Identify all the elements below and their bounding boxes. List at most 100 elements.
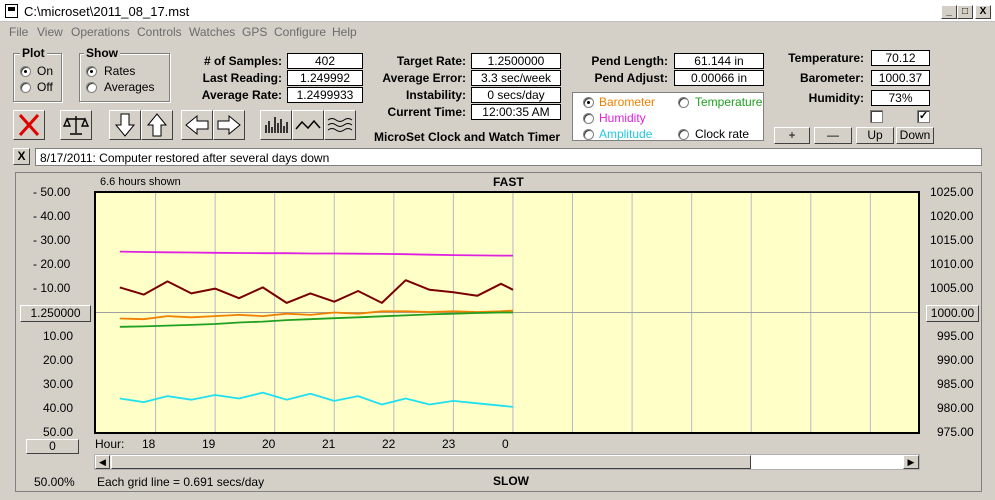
app-icon[interactable]: [5, 4, 18, 18]
show-averages-label: Averages: [104, 80, 155, 94]
left-tick: 10.00: [43, 329, 74, 343]
note-field[interactable]: 8/17/2011: Computer restored after sever…: [35, 148, 982, 166]
right-button[interactable]: [213, 110, 245, 140]
arrow-left-icon: [185, 114, 209, 136]
left-button[interactable]: [181, 110, 213, 140]
show-averages-radio[interactable]: [86, 82, 97, 93]
show-rates-radio[interactable]: [86, 66, 97, 77]
wave-icon: [295, 119, 321, 130]
overlay-amplitude-label: Amplitude: [599, 127, 653, 141]
hour-tick: 22: [382, 437, 396, 451]
right-tick: 980.00: [937, 401, 974, 415]
menu-file[interactable]: File: [9, 25, 28, 39]
scroll-thumb[interactable]: [111, 455, 751, 469]
center-rate-button[interactable]: 1.250000: [20, 305, 91, 322]
left-tick: - 20.00: [33, 257, 71, 271]
red-x-icon: [18, 113, 40, 137]
menu-view[interactable]: View: [37, 25, 63, 39]
plot-area[interactable]: [94, 191, 920, 434]
noise-button[interactable]: [324, 110, 356, 140]
plot-off-radio[interactable]: [20, 82, 31, 93]
overlay-clock-rate-radio[interactable]: [678, 129, 689, 140]
down-button[interactable]: [109, 110, 141, 140]
plot-group-title: Plot: [20, 46, 47, 60]
menu-controls[interactable]: Controls: [137, 25, 182, 39]
plot-off-label: Off: [37, 80, 53, 94]
last-reading-value: 1.249992: [287, 70, 363, 86]
arrow-down-icon: [114, 113, 136, 137]
overlay-temperature-radio[interactable]: [678, 97, 689, 108]
series-line-barometer: [119, 309, 514, 321]
average-error-value: 3.3 sec/week: [471, 70, 561, 86]
overlay-clock-rate-label: Clock rate: [695, 127, 750, 141]
overlay-barometer-radio[interactable]: [583, 97, 594, 108]
scale-minus-button[interactable]: —: [814, 127, 852, 144]
plot-on-label: On: [37, 64, 54, 78]
hour-tick: 20: [262, 437, 276, 451]
sensor-checkbox-1[interactable]: [870, 110, 883, 123]
title-bar: C:\microset\2011_08_17.mst _ □ X: [0, 0, 995, 22]
maximize-button[interactable]: □: [957, 5, 973, 19]
average-error-label: Average Error:: [382, 71, 466, 85]
temperature-value: 70.12: [871, 50, 930, 66]
horizontal-scrollbar[interactable]: ◀ ▶: [94, 454, 920, 470]
scale-up-button[interactable]: Up: [856, 127, 894, 144]
scale-plus-button[interactable]: +: [774, 127, 810, 144]
right-tick: 1025.00: [930, 185, 974, 199]
right-tick: 995.00: [937, 329, 974, 343]
menu-bar: File View Operations Controls Watches GP…: [0, 22, 995, 42]
close-window-button[interactable]: X: [975, 5, 991, 19]
chart-svg: [96, 193, 918, 432]
right-tick: 1020.00: [930, 209, 974, 223]
scale-down-button[interactable]: Down: [896, 127, 934, 144]
overlay-humidity-radio[interactable]: [583, 113, 594, 124]
window-title: C:\microset\2011_08_17.mst: [24, 4, 190, 19]
zoom-level: 50.00%: [34, 475, 75, 489]
clear-button[interactable]: [13, 110, 45, 140]
show-group-title: Show: [84, 46, 120, 60]
barometer-label: Barometer:: [799, 71, 864, 85]
up-button[interactable]: [141, 110, 173, 140]
current-time-value: 12:00:35 AM: [471, 104, 561, 120]
wave-button[interactable]: [292, 110, 324, 140]
plot-on-radio[interactable]: [20, 66, 31, 77]
humidity-value: 73%: [871, 90, 930, 106]
average-rate-value: 1.2499933: [287, 87, 363, 103]
barometer-value: 1000.37: [871, 70, 930, 86]
note-close-button[interactable]: X: [13, 148, 30, 165]
arrow-up-icon: [146, 113, 168, 137]
left-tick: - 30.00: [33, 233, 71, 247]
balance-button[interactable]: [60, 110, 92, 140]
pend-length-label: Pend Length:: [591, 54, 668, 68]
hour-tick: 21: [322, 437, 336, 451]
pend-adjust-value: 0.00066 in: [674, 70, 764, 86]
target-rate-label: Target Rate:: [396, 54, 466, 68]
humidity-label: Humidity:: [808, 91, 864, 105]
scroll-track[interactable]: [751, 455, 903, 469]
menu-operations[interactable]: Operations: [71, 25, 130, 39]
overlay-amplitude-radio[interactable]: [583, 129, 594, 140]
left-tick: - 50.00: [33, 185, 71, 199]
scroll-left-arrow-icon[interactable]: ◀: [95, 455, 110, 469]
hour-tick: 23: [442, 437, 456, 451]
left-tick: - 40.00: [33, 209, 71, 223]
center-baro-button[interactable]: 1000.00: [926, 305, 979, 322]
scroll-right-arrow-icon[interactable]: ▶: [903, 455, 919, 469]
overlay-humidity-label: Humidity: [599, 111, 646, 125]
series-line-rate: [119, 279, 514, 304]
left-tick: 20.00: [43, 353, 74, 367]
minimize-button[interactable]: _: [941, 5, 957, 19]
menu-gps[interactable]: GPS: [242, 25, 267, 39]
histogram-button[interactable]: [260, 110, 292, 140]
hour-tick: 0: [502, 437, 509, 451]
offset-button[interactable]: 0: [26, 439, 79, 454]
pend-length-value: 61.144 in: [674, 53, 764, 69]
arrow-right-icon: [217, 114, 241, 136]
right-tick: 985.00: [937, 377, 974, 391]
sensor-checkbox-2[interactable]: ✓: [917, 110, 930, 123]
menu-watches[interactable]: Watches: [189, 25, 235, 39]
menu-help[interactable]: Help: [332, 25, 357, 39]
fast-label: FAST: [493, 175, 524, 189]
left-tick: 40.00: [43, 401, 74, 415]
menu-configure[interactable]: Configure: [274, 25, 326, 39]
